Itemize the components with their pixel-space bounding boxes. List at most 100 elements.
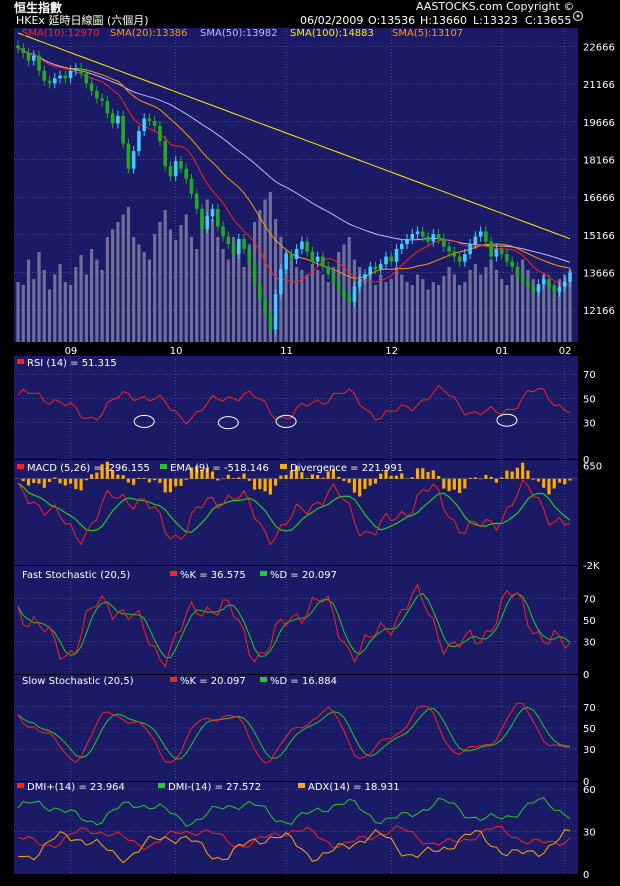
candle-body	[294, 249, 299, 260]
volume-bar	[105, 237, 109, 342]
volume-bar	[121, 214, 125, 342]
legend-swatch	[298, 783, 305, 788]
volume-bar	[426, 289, 430, 342]
volume-bar	[195, 249, 199, 342]
volume-bar	[63, 282, 67, 342]
divergence-bar	[447, 478, 451, 492]
candle-body	[100, 98, 104, 101]
divergence-bar	[526, 470, 530, 479]
volume-bar	[468, 270, 472, 342]
divergence-bar	[542, 478, 546, 488]
divergence-bar	[216, 478, 220, 481]
fast-stoch-y-tick: 70	[583, 594, 596, 605]
quote-low: L:13323	[473, 14, 518, 27]
divergence-bar	[279, 475, 283, 479]
divergence-bar	[337, 476, 341, 479]
divergence-bar	[358, 478, 362, 497]
rsi-y-tick: 30	[583, 419, 596, 430]
ema-legend: EMA (9) = -518.146	[170, 463, 269, 474]
divergence-bar	[42, 478, 46, 488]
price-y-tick: 12166	[583, 306, 615, 317]
divergence-bar	[47, 478, 52, 483]
divergence-bar	[373, 478, 378, 484]
candle-body	[126, 143, 131, 169]
candle-body	[16, 45, 20, 49]
stock-chart: 恒生指數 AASTOCKS.com Copyright © HKEx 延時日線圖…	[0, 0, 620, 886]
volume-bar	[74, 267, 78, 342]
candle-body	[410, 233, 415, 240]
volume-bar	[16, 282, 20, 342]
volume-bar	[216, 237, 220, 342]
divergence-bar	[274, 478, 278, 486]
volume-bar	[510, 274, 514, 342]
dmi-plus-legend: DMI+(14) = 23.964	[27, 782, 125, 793]
candle-body	[426, 236, 430, 242]
volume-bar	[42, 270, 46, 342]
legend-swatch	[158, 783, 165, 788]
candle-body	[168, 166, 173, 177]
volume-bar	[142, 252, 146, 342]
candle-body	[373, 266, 378, 270]
divergence-bar	[536, 478, 541, 482]
divergence-bar	[494, 478, 498, 483]
candle-body	[63, 75, 68, 79]
volume-bar	[505, 285, 509, 342]
candle-body	[505, 254, 509, 262]
candle-body	[221, 226, 225, 237]
divergence-bar	[473, 477, 477, 479]
volume-bar	[305, 274, 309, 342]
candle-body	[478, 231, 483, 237]
volume-bar	[100, 270, 104, 342]
volume-bar	[394, 267, 399, 342]
legend-sma50: SMA(50):13982	[200, 28, 278, 39]
volume-bar	[126, 207, 130, 342]
divergence-bar	[168, 478, 173, 493]
divergence-bar	[479, 478, 483, 480]
divergence-bar	[21, 478, 25, 482]
legend-swatch	[17, 783, 24, 788]
candle-body	[389, 256, 394, 262]
legend-swatch	[260, 571, 267, 576]
candle-body	[42, 70, 47, 81]
candle-body	[231, 244, 236, 255]
divergence-bar	[389, 475, 393, 479]
volume-bar	[500, 279, 504, 342]
volume-bar	[184, 214, 188, 342]
legend-swatch	[17, 359, 24, 364]
divergence-bar	[521, 462, 525, 479]
divergence-bar	[68, 478, 73, 484]
candle-body	[284, 254, 288, 270]
candle-body	[315, 256, 320, 262]
candle-body	[21, 48, 26, 54]
volume-bar	[147, 259, 152, 342]
candle-body	[457, 256, 462, 262]
candle-body	[68, 70, 73, 79]
divergence-bar	[426, 471, 430, 479]
divergence-bar	[37, 478, 41, 484]
candle-body	[194, 193, 199, 209]
legend-swatch	[160, 464, 167, 469]
volume-bar	[316, 270, 320, 342]
candle-body	[321, 256, 325, 267]
candle-body	[305, 241, 309, 252]
candle-body	[326, 266, 330, 275]
divergence-bar	[252, 478, 257, 490]
candle-body	[368, 266, 373, 275]
fast-d-legend: %D = 20.097	[270, 570, 337, 581]
price-x-tick: 12	[385, 346, 398, 357]
candle-body	[473, 236, 478, 245]
divergence-bar	[63, 478, 67, 486]
volume-bar	[37, 252, 41, 342]
volume-bar	[226, 259, 230, 342]
volume-bar	[494, 270, 498, 342]
candle-body	[526, 281, 530, 287]
divergence-bar	[436, 476, 441, 479]
candle-body	[442, 239, 446, 247]
price-y-tick: 13666	[583, 269, 615, 280]
volume-bar	[379, 274, 383, 342]
volume-bar	[326, 282, 330, 342]
divergence-bar	[368, 478, 372, 486]
divergence-bar	[163, 478, 167, 493]
rsi-y-tick: 50	[583, 394, 596, 405]
divergence-bar	[53, 477, 57, 479]
